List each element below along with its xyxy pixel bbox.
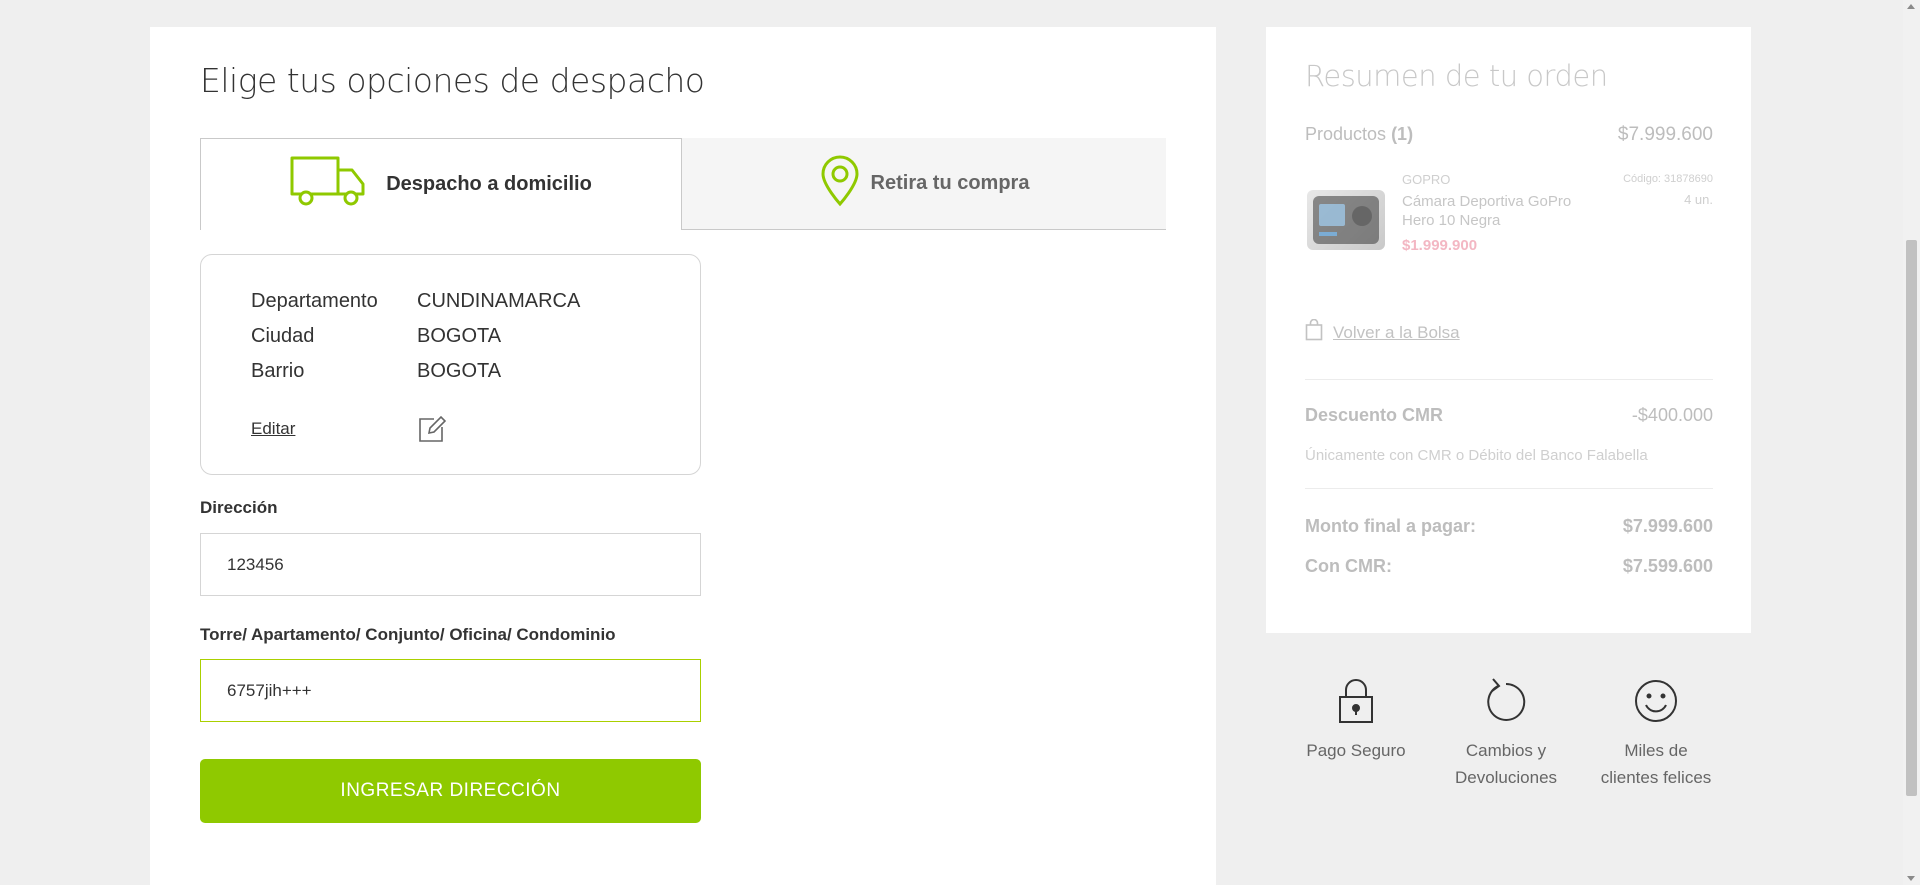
tab-home-delivery[interactable]: Despacho a domicilio (200, 138, 682, 230)
trust-label-line: Devoluciones (1454, 768, 1558, 787)
apartment-field-label: Torre/ Apartamento/ Conjunto/ Oficina/ C… (200, 625, 616, 644)
shipping-options-card: Elige tus opciones de despacho Despacho … (150, 27, 1216, 885)
address-summary-box: Departamento CUNDINAMARCA Ciudad BOGOTA … (200, 254, 701, 475)
cmr-amount-row: Con CMR: $7.599.600 (1305, 556, 1713, 577)
tab-home-delivery-label: Despacho a domicilio (386, 173, 592, 195)
cmr-discount-row: Descuento CMR -$400.000 (1305, 405, 1713, 426)
edit-pencil-icon[interactable] (416, 415, 447, 450)
refresh-arrow-icon (1484, 678, 1528, 728)
page-scrollbar[interactable] (1903, 0, 1920, 885)
smiley-icon (1633, 680, 1679, 728)
cmr-amount-label: Con CMR: (1305, 556, 1392, 576)
products-count: (1) (1391, 124, 1414, 144)
address-row-department: Departamento CUNDINAMARCA (251, 290, 580, 313)
trust-label-line: Miles de (1624, 741, 1688, 760)
address-input[interactable] (200, 533, 701, 596)
back-to-bag-link[interactable]: Volver a la Bolsa (1305, 318, 1460, 346)
product-brand: GOPRO (1402, 172, 1451, 187)
tab-store-pickup-label: Retira tu compra (870, 172, 1030, 194)
cmr-amount-value: $7.599.600 (1622, 556, 1713, 576)
address-key: Departamento (251, 290, 378, 312)
discount-note: Únicamente con CMR o Débito del Banco Fa… (1305, 447, 1648, 464)
address-key: Barrio (251, 360, 305, 382)
submit-address-button[interactable]: INGRESAR DIRECCIÓN (200, 759, 701, 823)
product-quantity: 4 un. (1684, 192, 1713, 207)
padlock-icon (1337, 679, 1375, 728)
summary-title: Resumen de tu orden (1305, 59, 1608, 93)
summary-divider (1305, 379, 1713, 380)
address-row-neighborhood: Barrio BOGOTA (251, 360, 501, 383)
trust-label-line: clientes felices (1600, 768, 1712, 787)
trust-happy-customers: Miles de clientes felices (1581, 678, 1731, 791)
trust-label: Cambios y Devoluciones (1431, 737, 1581, 791)
summary-divider (1305, 488, 1713, 489)
page-title: Elige tus opciones de despacho (200, 61, 705, 100)
scroll-thumb[interactable] (1906, 240, 1917, 796)
trust-returns: Cambios y Devoluciones (1431, 678, 1581, 791)
final-amount-label: Monto final a pagar: (1305, 516, 1476, 536)
scroll-down-arrow-icon[interactable] (1907, 876, 1915, 881)
trust-label: Miles de clientes felices (1581, 737, 1731, 791)
product-code: Código: 31878690 (1623, 173, 1713, 185)
final-amount-value: $7.999.600 (1622, 516, 1713, 536)
scroll-up-arrow-icon[interactable] (1907, 4, 1915, 9)
discount-label: Descuento CMR (1305, 405, 1444, 425)
order-summary-card: Resumen de tu orden Productos (1) $7.999… (1266, 27, 1751, 633)
location-pin-icon (819, 155, 861, 212)
products-label: Productos (1305, 124, 1387, 144)
products-label-group: Productos (1) (1305, 124, 1413, 146)
trust-secure-payment: Pago Seguro (1281, 678, 1431, 764)
trust-label-line: Cambios y (1465, 741, 1547, 760)
delivery-tabs: Despacho a domicilio Retira tu compra (200, 138, 1166, 230)
address-value: CUNDINAMARCA (417, 290, 581, 312)
products-total: $7.999.600 (1617, 124, 1713, 145)
product-thumbnail (1307, 190, 1385, 250)
products-row: Productos (1) $7.999.600 (1305, 124, 1713, 146)
edit-address-link[interactable]: Editar (251, 419, 295, 439)
product-name[interactable]: Cámara Deportiva GoPro Hero 10 Negra (1402, 192, 1582, 230)
product-price: $1.999.900 (1402, 237, 1478, 254)
back-to-bag-label: Volver a la Bolsa (1333, 322, 1460, 342)
address-field-label: Dirección (200, 498, 278, 517)
tab-store-pickup[interactable]: Retira tu compra (682, 138, 1166, 230)
address-value: BOGOTA (417, 360, 502, 382)
address-row-city: Ciudad BOGOTA (251, 325, 501, 348)
discount-value: -$400.000 (1631, 405, 1713, 425)
truck-icon (290, 156, 366, 213)
address-key: Ciudad (251, 325, 315, 347)
address-value: BOGOTA (417, 325, 502, 347)
final-amount-row: Monto final a pagar: $7.999.600 (1305, 516, 1713, 537)
trust-label: Pago Seguro (1281, 737, 1431, 764)
trust-label-line: Pago Seguro (1306, 741, 1406, 760)
apartment-input[interactable] (200, 659, 701, 722)
shopping-bag-icon (1305, 318, 1323, 346)
